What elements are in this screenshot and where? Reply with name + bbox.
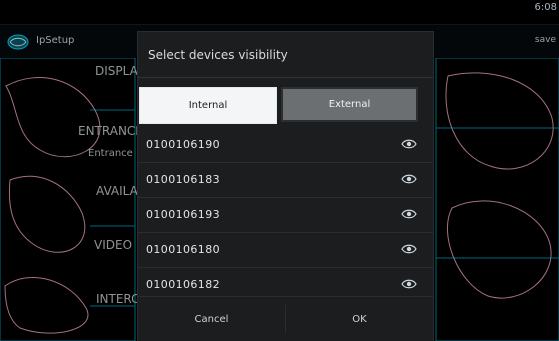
- eye-icon[interactable]: [401, 171, 417, 187]
- eye-icon[interactable]: [401, 136, 417, 152]
- ok-button[interactable]: OK: [286, 297, 433, 341]
- device-list: 0100106190 0100106183 0100106193 0100106…: [138, 128, 433, 302]
- eye-icon[interactable]: [401, 276, 417, 292]
- device-id: 0100106190: [146, 138, 220, 151]
- eye-icon[interactable]: [401, 241, 417, 257]
- device-id: 0100106183: [146, 173, 220, 186]
- list-item[interactable]: 0100106190: [138, 128, 433, 163]
- tab-internal[interactable]: Internal: [139, 87, 277, 124]
- device-visibility-dialog: Select devices visibility Internal Exter…: [138, 32, 433, 341]
- dialog-title: Select devices visibility: [148, 48, 288, 62]
- device-id: 0100106193: [146, 208, 220, 221]
- title-divider: [138, 77, 433, 78]
- eye-icon[interactable]: [401, 206, 417, 222]
- tab-external[interactable]: External: [281, 87, 418, 122]
- dialog-footer: Cancel OK: [138, 296, 433, 341]
- list-item[interactable]: 0100106180: [138, 233, 433, 268]
- device-id: 0100106182: [146, 278, 220, 291]
- device-id: 0100106180: [146, 243, 220, 256]
- list-item[interactable]: 0100106193: [138, 198, 433, 233]
- list-item[interactable]: 0100106183: [138, 163, 433, 198]
- cancel-button[interactable]: Cancel: [138, 297, 285, 341]
